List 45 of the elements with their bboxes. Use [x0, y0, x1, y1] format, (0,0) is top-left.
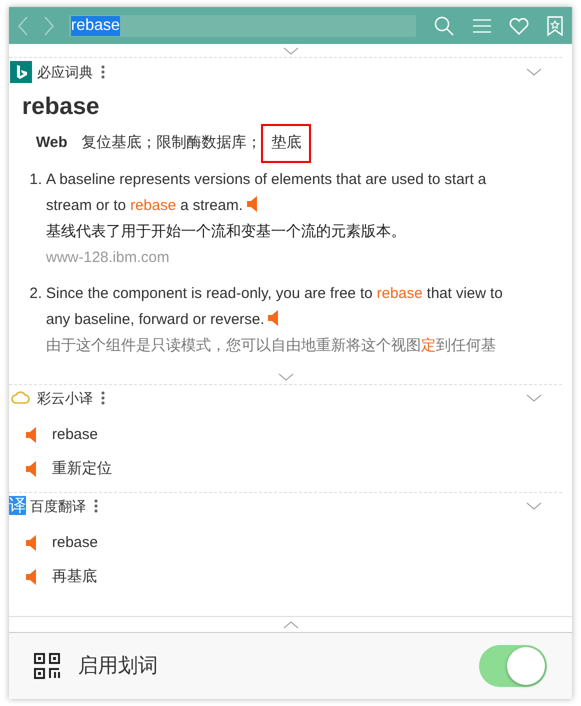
part-of-speech: Web	[36, 133, 68, 153]
example-translation: 由于这个组件是只读模式，您可以自由地重新将这个视图定到任何基	[46, 336, 497, 356]
toggle-switch[interactable]	[479, 645, 547, 687]
speaker-icon[interactable]	[26, 427, 38, 443]
qr-code-icon[interactable]	[34, 653, 60, 679]
expand-icon[interactable]	[278, 373, 294, 381]
dictionary-name: 百度翻译	[30, 496, 86, 516]
more-icon[interactable]	[101, 65, 105, 79]
cloud-icon	[11, 391, 31, 405]
speaker-icon[interactable]	[268, 310, 280, 326]
source-text: www-128.ibm.com	[46, 248, 170, 268]
expand-icon[interactable]	[526, 68, 542, 76]
search-field[interactable]: rebase	[69, 14, 416, 36]
footer-label: 启用划词	[78, 654, 158, 679]
back-icon[interactable]	[17, 16, 29, 36]
menu-icon[interactable]	[472, 18, 492, 34]
item-number: 2.	[28, 284, 43, 304]
dictionary-name: 彩云小译	[37, 388, 93, 408]
dictionary-name: 必应词典	[37, 62, 93, 82]
more-icon[interactable]	[94, 499, 98, 513]
translation-text: 再基底	[52, 566, 97, 587]
translation-text: rebase	[52, 424, 98, 445]
highlighted-meaning: 垫底	[261, 124, 312, 162]
search-icon[interactable]	[434, 16, 454, 36]
collapse-icon[interactable]	[282, 620, 298, 628]
headword: rebase	[22, 92, 100, 122]
item-number: 1.	[28, 170, 43, 190]
baidu-logo-icon: 译	[9, 496, 26, 514]
expand-icon[interactable]	[526, 502, 542, 510]
more-icon[interactable]	[101, 391, 105, 405]
meaning-text: 复位基底；限制酶数据库；	[81, 133, 262, 153]
example-sentence: A baseline represents versions of elements that are used to start a stream or to rebase a stream.	[46, 170, 488, 216]
expand-icon[interactable]	[282, 46, 298, 54]
example-sentence: Since the component is read-only, you are free to rebase that view to any baseline, forward or reverse.	[46, 284, 504, 330]
expand-icon[interactable]	[526, 394, 542, 402]
speaker-icon[interactable]	[26, 569, 38, 585]
bookmark-star-icon[interactable]	[546, 16, 564, 36]
forward-icon[interactable]	[43, 16, 55, 36]
heart-icon[interactable]	[508, 16, 530, 36]
translation-text: rebase	[52, 532, 98, 553]
example-translation: 基线代表了用于开始一个流和变基一个流的元素版本。	[46, 222, 407, 242]
translation-text: 重新定位	[52, 458, 112, 479]
speaker-icon[interactable]	[246, 196, 259, 212]
speaker-icon[interactable]	[26, 535, 38, 551]
speaker-icon[interactable]	[26, 461, 38, 477]
